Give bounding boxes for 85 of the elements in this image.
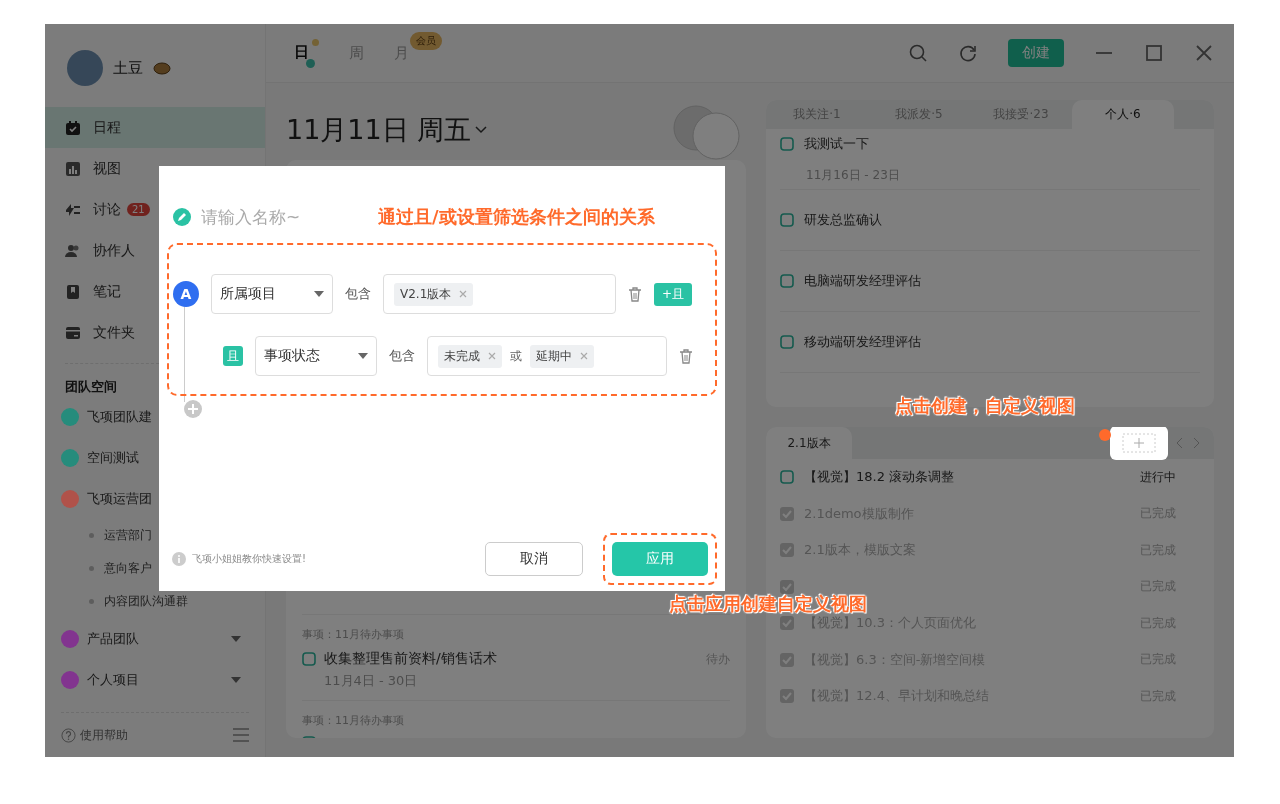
logic-toggle[interactable]: 且 — [223, 346, 243, 366]
caret-icon[interactable] — [231, 635, 241, 642]
custom-view-tab[interactable]: 2.1版本 — [766, 427, 852, 459]
annotation-text: 通过且/或设置筛选条件之间的关系 — [378, 207, 655, 226]
potato-icon — [153, 61, 171, 75]
add-view-button[interactable] — [1110, 427, 1168, 460]
value-tag: V2.1版本 — [394, 282, 474, 306]
task-status: 进行中 — [1140, 468, 1177, 486]
checked-checkbox[interactable] — [780, 506, 794, 521]
view-tab[interactable]: 日 — [294, 38, 319, 68]
menu-icon[interactable] — [233, 728, 249, 742]
caret-icon[interactable] — [231, 676, 241, 683]
avatar[interactable] — [67, 50, 103, 86]
remove-icon[interactable] — [580, 352, 588, 360]
task-title[interactable]: 收集整理售前资料/销售话术 — [324, 650, 698, 668]
checked-checkbox[interactable] — [780, 652, 794, 667]
previous-icon[interactable] — [1176, 437, 1184, 449]
plus-icon — [1122, 433, 1156, 453]
folder-icon — [65, 324, 81, 341]
caret-icon[interactable] — [314, 291, 324, 297]
chevron-icon[interactable] — [475, 126, 488, 134]
task-title[interactable]: 【视觉】18.2 滚动条调整 — [804, 468, 1130, 487]
channel-item[interactable]: 内容团队沟通群 — [45, 585, 265, 618]
field-select[interactable]: 所属项目 — [211, 274, 333, 314]
apply-button[interactable]: 应用 — [612, 542, 708, 576]
sidebar-item[interactable]: 视图 — [45, 148, 265, 189]
operator-label: 包含 — [389, 347, 415, 365]
sidebar-item[interactable]: 日程 — [45, 107, 265, 148]
channel-item[interactable]: 运营部门 — [45, 519, 265, 552]
user-name: 土豆 — [113, 58, 143, 78]
team-item[interactable]: 个人项目 — [45, 659, 265, 700]
help-link[interactable]: 飞项小姐姐教你快速设置! — [192, 552, 479, 566]
value-field[interactable]: 未完成 或 延期中 — [427, 336, 667, 376]
member-badge: 会员 — [410, 31, 442, 50]
checkbox[interactable] — [780, 335, 794, 349]
team-item[interactable]: 产品团队 — [45, 618, 265, 659]
checkbox[interactable] — [780, 213, 794, 227]
checkbox[interactable] — [780, 470, 794, 485]
info-icon — [172, 552, 186, 566]
team-item[interactable]: 飞项团队建 — [45, 396, 265, 437]
group-badge: A — [173, 281, 199, 307]
help-icon[interactable] — [61, 727, 76, 743]
caret-icon[interactable] — [358, 353, 368, 359]
checkbox[interactable] — [302, 652, 316, 666]
checkbox[interactable] — [780, 136, 794, 151]
remove-icon[interactable] — [459, 290, 468, 298]
calendar-icon — [65, 119, 81, 136]
count-badge: 21 — [127, 203, 150, 216]
team-item[interactable]: 空间测试 — [45, 437, 265, 478]
annotation-text: 点击创建，自定义视图 — [895, 396, 1075, 415]
checked-checkbox[interactable] — [780, 616, 794, 631]
checked-checkbox[interactable] — [780, 543, 794, 558]
remove-icon[interactable] — [488, 352, 496, 360]
delete-icon[interactable] — [628, 286, 642, 302]
edit-icon — [173, 208, 191, 226]
search-icon[interactable] — [908, 43, 928, 63]
sidebar-item[interactable]: 协作人 — [45, 230, 265, 271]
delete-icon[interactable] — [679, 348, 693, 364]
annotation-text: 点击应用创建自定义视图 — [669, 594, 867, 613]
filter-tab[interactable]: 个人·6 — [1072, 100, 1174, 129]
checked-checkbox[interactable] — [780, 579, 794, 594]
checkbox[interactable] — [780, 274, 794, 288]
note-icon — [65, 283, 81, 300]
date-title[interactable]: 11月11日 周五 — [286, 112, 488, 148]
maximize-icon[interactable] — [1144, 43, 1164, 63]
value-tag: 延期中 — [530, 344, 594, 368]
next-icon[interactable] — [1192, 437, 1200, 449]
operator-label: 包含 — [345, 285, 371, 303]
cancel-button[interactable]: 取消 — [485, 542, 583, 576]
task-title[interactable]: 电脑端研发经理评估 — [804, 272, 921, 290]
close-icon[interactable] — [1194, 43, 1214, 63]
task-title[interactable]: 移动端研发经理评估 — [804, 333, 921, 351]
help-link[interactable]: 使用帮助 — [80, 726, 229, 744]
field-select[interactable]: 事项状态 — [255, 336, 377, 376]
value-tag: 未完成 — [438, 344, 502, 368]
value-field[interactable]: V2.1版本 — [383, 274, 616, 314]
checked-checkbox[interactable] — [780, 689, 794, 704]
task-title[interactable]: 研发总监确认 — [804, 211, 882, 229]
add-and-button[interactable]: +且 — [654, 282, 693, 306]
add-condition-icon[interactable] — [183, 399, 203, 419]
chart-icon — [65, 160, 81, 177]
people-icon — [65, 242, 81, 259]
refresh-icon[interactable] — [958, 43, 978, 63]
team-item[interactable]: 飞项运营团 — [45, 478, 265, 519]
or-label: 或 — [510, 347, 522, 365]
